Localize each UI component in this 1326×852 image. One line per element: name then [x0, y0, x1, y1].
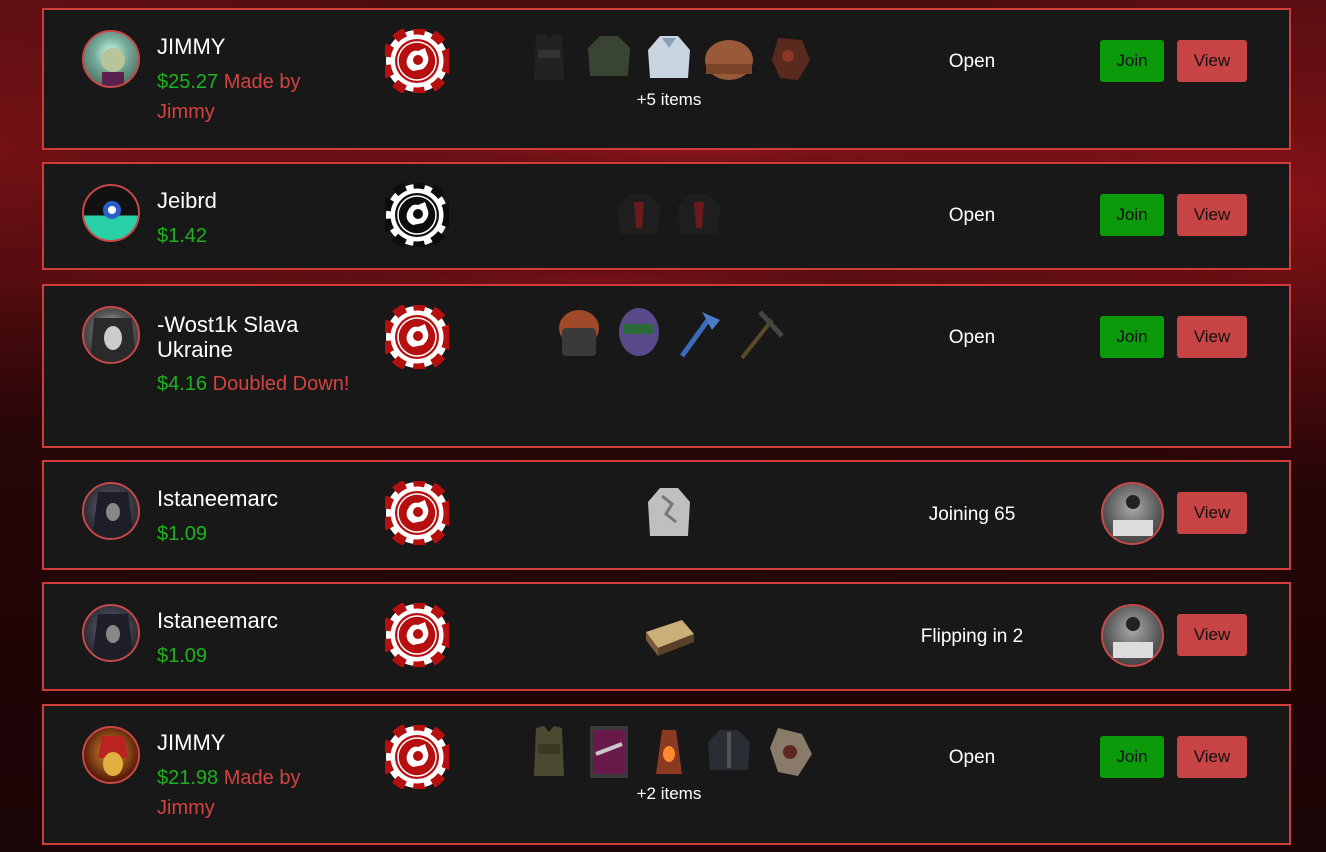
- view-button[interactable]: View: [1177, 614, 1247, 656]
- hatchet-icon: [679, 312, 720, 358]
- pot-value: $1.09: [157, 519, 357, 549]
- price-amount: $25.27: [157, 71, 219, 93]
- user-avatar: [82, 30, 140, 88]
- user-info: Istaneemarc $1.09: [157, 486, 357, 549]
- lantern-icon: [656, 730, 682, 774]
- coin-side-black-icon: [385, 183, 449, 247]
- join-button[interactable]: Join: [1100, 194, 1164, 236]
- pot-value: $25.27 Made by Jimmy: [157, 67, 357, 127]
- pot-value: $1.09: [157, 641, 357, 671]
- avatar-art: [101, 48, 125, 86]
- pot-value: $4.16 Doubled Down!: [157, 369, 357, 399]
- opponent-art: [1113, 495, 1153, 536]
- glove-icon: [770, 728, 812, 776]
- snow-jacket-icon: [648, 488, 690, 536]
- facemask-icon: [559, 310, 599, 356]
- item-list: [514, 306, 824, 362]
- price-amount: $1.09: [157, 645, 208, 667]
- user-info: JIMMY $25.27 Made by Jimmy: [157, 34, 357, 127]
- user-info: Istaneemarc $1.09: [157, 608, 357, 671]
- user-avatar: [82, 726, 140, 784]
- coin-side-red-icon: [385, 725, 449, 789]
- flip-status: Open: [948, 747, 996, 768]
- beanie-icon: [705, 40, 753, 80]
- user-avatar: [82, 184, 140, 242]
- flip-row: Istaneemarc $1.09 Joining 65 View: [42, 460, 1291, 570]
- item-list: [514, 606, 824, 662]
- view-button[interactable]: View: [1177, 194, 1247, 236]
- item-list: +5 items: [514, 30, 824, 110]
- avatar-art: [103, 201, 121, 219]
- vest-icon: [534, 726, 564, 776]
- price-tag: Doubled Down!: [212, 373, 350, 395]
- coin-side-red-icon: [385, 603, 449, 667]
- flip-row: JIMMY $21.98 Made by Jimmy +2 items Open…: [42, 704, 1291, 845]
- glove-icon: [772, 38, 810, 80]
- coin-side-red-icon: [385, 481, 449, 545]
- opponent-avatar: [1101, 604, 1164, 667]
- more-items: +2 items: [636, 784, 702, 803]
- pickaxe-icon: [740, 310, 784, 360]
- join-button[interactable]: Join: [1100, 40, 1164, 82]
- more-items: +5 items: [636, 90, 702, 109]
- price-amount: $1.09: [157, 523, 208, 545]
- opponent-art: [1113, 617, 1153, 658]
- flip-status: Open: [948, 205, 996, 226]
- username: JIMMY: [157, 730, 226, 755]
- user-avatar: [82, 604, 140, 662]
- username: JIMMY: [157, 34, 226, 59]
- join-button[interactable]: Join: [1100, 736, 1164, 778]
- flip-row: Istaneemarc $1.09 Flipping in 2 View: [42, 582, 1291, 691]
- view-button[interactable]: View: [1177, 40, 1247, 82]
- username: -Wost1k Slava Ukraine: [157, 312, 299, 362]
- flip-row: Jeibrd $1.42 Open Join View: [42, 162, 1291, 270]
- flip-status: Joining 65: [928, 504, 1016, 525]
- jacket-icon: [618, 194, 660, 234]
- join-button[interactable]: Join: [1100, 316, 1164, 358]
- user-avatar: [82, 306, 140, 364]
- item-list: [514, 484, 824, 540]
- poster-icon: [590, 726, 628, 778]
- coin-side-red-icon: [385, 305, 449, 369]
- avatar-art: [92, 492, 134, 538]
- avatar-art: [98, 736, 128, 776]
- flip-status: Open: [948, 51, 996, 72]
- username: Istaneemarc: [157, 486, 279, 511]
- view-button[interactable]: View: [1177, 316, 1247, 358]
- avatar-art: [92, 614, 134, 660]
- item-list: +2 items: [514, 724, 824, 804]
- username: Jeibrd: [157, 188, 217, 213]
- username: Istaneemarc: [157, 608, 279, 633]
- flip-status: Flipping in 2: [920, 626, 1024, 647]
- price-amount: $4.16: [157, 373, 208, 395]
- price-amount: $1.42: [157, 225, 208, 247]
- pot-value: $21.98 Made by Jimmy: [157, 763, 357, 823]
- user-info: -Wost1k Slava Ukraine $4.16 Doubled Down…: [157, 312, 357, 399]
- user-info: Jeibrd $1.42: [157, 188, 357, 251]
- jacket-icon: [588, 36, 630, 76]
- user-info: JIMMY $21.98 Made by Jimmy: [157, 730, 357, 823]
- coin-side-red-icon: [385, 29, 449, 93]
- crate-icon: [646, 620, 694, 656]
- flip-status: Open: [948, 327, 996, 348]
- opponent-avatar: [1101, 482, 1164, 545]
- avatar-art: [90, 318, 136, 362]
- hoodie-icon: [648, 36, 690, 78]
- vest-icon: [534, 34, 564, 80]
- flip-row: JIMMY $25.27 Made by Jimmy +5 items Open…: [42, 8, 1291, 150]
- user-avatar: [82, 482, 140, 540]
- jacket-icon: [708, 730, 750, 770]
- facemask-icon: [619, 308, 659, 356]
- flip-row: -Wost1k Slava Ukraine $4.16 Doubled Down…: [42, 284, 1291, 448]
- item-list: [514, 188, 824, 244]
- jacket-icon: [678, 194, 720, 234]
- price-amount: $21.98: [157, 767, 219, 789]
- view-button[interactable]: View: [1177, 736, 1247, 778]
- pot-value: $1.42: [157, 221, 357, 251]
- view-button[interactable]: View: [1177, 492, 1247, 534]
